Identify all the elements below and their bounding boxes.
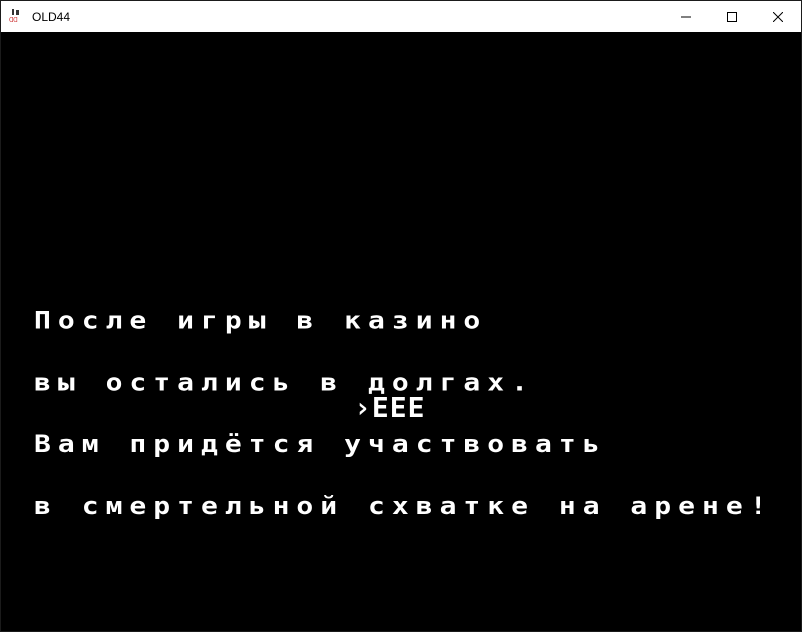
story-line: в смертельной схватке на арене! xyxy=(34,491,774,521)
story-line: вы остались в долгах. xyxy=(34,367,536,397)
choice-option[interactable]: ›EEE xyxy=(354,393,425,423)
app-icon: ᗡᗡ xyxy=(9,8,25,25)
close-icon xyxy=(773,11,783,22)
close-button[interactable] xyxy=(755,1,801,32)
maximize-button[interactable] xyxy=(709,1,755,32)
window-controls xyxy=(663,1,801,32)
window-title: OLD44 xyxy=(32,9,71,24)
title-bar[interactable]: ᗡᗡ OLD44 xyxy=(1,1,801,32)
minimize-button[interactable] xyxy=(663,1,709,32)
story-line: Вам придётся участвовать xyxy=(34,429,607,459)
game-window: ᗡᗡ OLD44 После игры в казино вы остались… xyxy=(0,0,802,632)
maximize-icon xyxy=(727,11,737,22)
minimize-icon xyxy=(681,16,691,17)
story-line: После игры в казино xyxy=(34,305,488,335)
game-screen[interactable]: После игры в казино вы остались в долгах… xyxy=(1,32,801,631)
